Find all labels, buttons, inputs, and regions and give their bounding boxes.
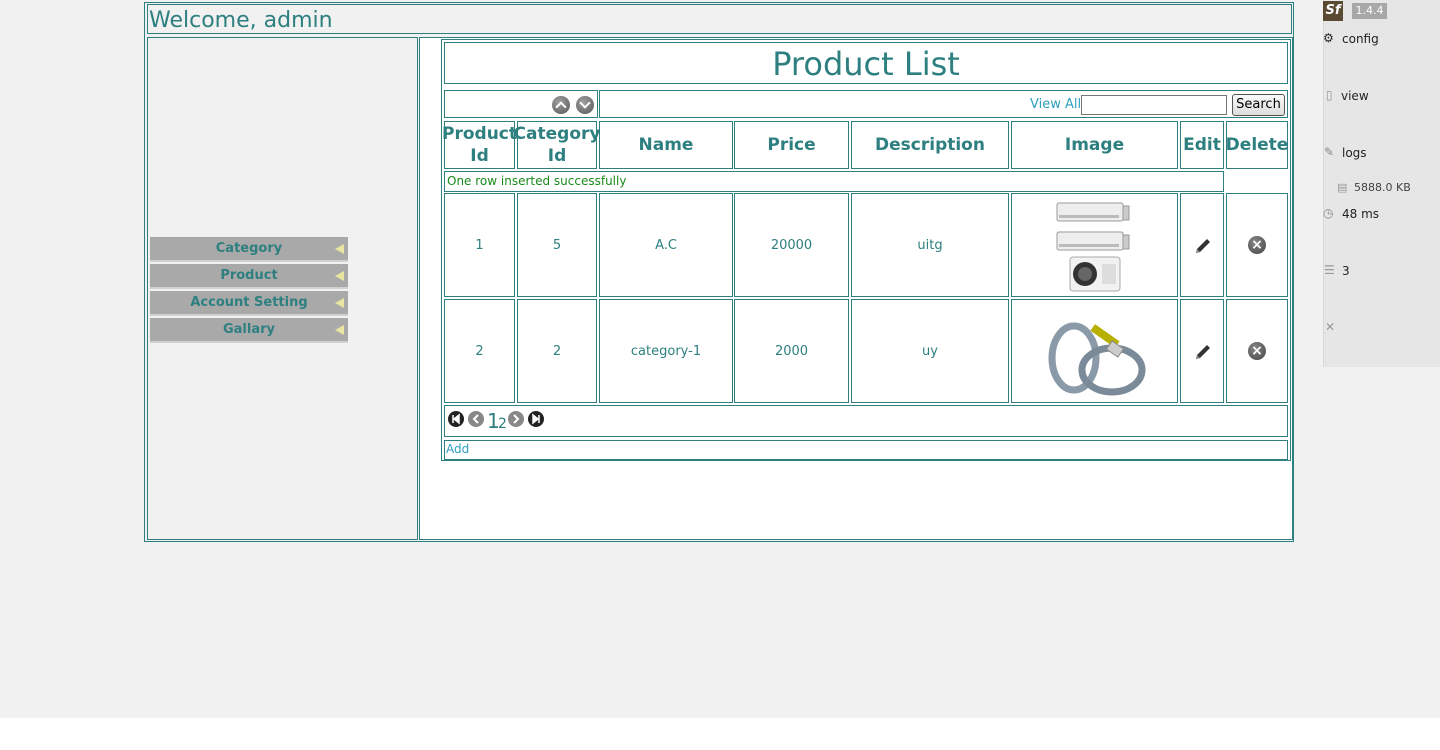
table-cell-name: A.C [599,193,733,297]
sidebar-item-label: Gallary [222,322,275,337]
table-cell-price: 20000 [734,193,849,297]
column-header-product-id: Product Id [442,121,517,169]
first-page-icon[interactable] [448,411,464,427]
symfony-logo-icon[interactable]: Sf [1323,1,1343,21]
table-cell-description: uy [851,299,1009,403]
sidebar-item-label: Category [215,241,283,256]
delete-icon[interactable]: × [1248,236,1266,254]
cell-value: category-1 [630,343,702,359]
column-header-edit: Edit [1180,121,1224,169]
delete-icon[interactable]: × [1248,342,1266,360]
welcome-bar: Welcome, admin [147,4,1292,34]
cell-value: uitg [917,237,943,253]
cell-value: 5 [552,237,562,253]
column-header-description: Description [851,121,1009,169]
sidebar-item-account-setting[interactable]: Account Setting [150,291,348,316]
column-header-label: Delete [1225,135,1289,155]
page-link-2[interactable]: 2 [498,416,507,432]
prev-page-icon[interactable] [468,411,484,427]
clock-icon: ◷ [1323,206,1334,220]
cell-value: 2 [552,343,562,359]
sort-down-icon[interactable] [576,96,594,114]
table-cell-price: 2000 [734,299,849,403]
arrow-left-icon [335,325,344,335]
column-header-name: Name [599,121,733,169]
sidebar-item-label: Account Setting [190,295,308,310]
view-all-link[interactable]: View All [1030,97,1081,112]
sort-controls [444,90,598,118]
add-link[interactable]: Add [446,442,469,456]
cell-value: 1 [475,237,484,253]
page-title-text: Product List [772,45,960,83]
column-header-label: Category Id [513,124,601,166]
db-queries-link[interactable]: 3 [1342,264,1350,278]
column-header-label: Image [1064,135,1125,155]
last-page-icon[interactable] [528,411,544,427]
column-header-category-id: Category Id [514,121,600,169]
pager [444,405,1288,437]
column-header-delete: Delete [1226,121,1288,169]
pencil-icon[interactable] [1193,236,1213,256]
column-header-label: Product Id [442,124,517,166]
cell-value: uy [922,343,938,359]
memory-icon: ▤ [1337,181,1348,194]
sidebar-item-label: Product [220,268,278,283]
search-button[interactable]: Search [1232,94,1285,116]
add-row [444,440,1288,460]
cell-value: 2000 [774,343,809,359]
arrow-left-icon [335,298,344,308]
page-title: Product List [444,42,1288,84]
cable-image [1048,322,1146,396]
column-header-label: Edit [1183,135,1221,155]
column-header-label: Description [875,135,985,155]
air-conditioner-image [1056,202,1130,292]
close-icon[interactable]: ✕ [1325,320,1335,334]
cell-value: 20000 [770,237,813,253]
table-cell-name: category-1 [599,299,733,403]
next-page-icon[interactable] [508,411,524,427]
success-message: One row inserted successfully [444,171,1224,192]
search-input[interactable] [1081,95,1227,115]
cell-value: A.C [655,237,677,253]
version-badge: 1.4.4 [1352,3,1387,19]
view-link[interactable]: view [1341,89,1369,103]
column-header-label: Name [638,135,694,155]
column-header-price: Price [734,121,849,169]
table-cell-category-id: 2 [517,299,597,403]
arrow-left-icon [335,271,344,281]
sidebar-item-category[interactable]: Category [150,237,348,262]
table-cell-product-id: 1 [444,193,515,297]
sidebar-item-gallary[interactable]: Gallary [150,318,348,343]
table-cell-edit [1180,193,1224,297]
cell-value: 2 [475,343,484,359]
table-cell-delete: × [1226,299,1288,403]
column-header-image: Image [1011,121,1178,169]
memory-usage: 5888.0 KB [1354,181,1411,194]
logs-link[interactable]: logs [1342,146,1367,160]
table-cell-image [1011,299,1178,403]
config-link[interactable]: config [1342,32,1379,46]
welcome-text: Welcome, admin [149,8,333,33]
table-cell-delete: × [1226,193,1288,297]
arrow-left-icon [335,244,344,254]
table-cell-image [1011,193,1178,297]
database-icon: ☰ [1324,263,1335,277]
table-cell-category-id: 5 [517,193,597,297]
time-link[interactable]: 48 ms [1342,207,1379,221]
sidebar-item-product[interactable]: Product [150,264,348,289]
gear-icon: ⚙ [1323,31,1334,45]
column-header-label: Price [767,135,816,155]
pencil-icon[interactable] [1193,342,1213,362]
document-icon: ▯ [1326,88,1333,102]
sort-up-icon[interactable] [552,96,570,114]
pencil-icon: ✎ [1324,145,1335,159]
table-cell-description: uitg [851,193,1009,297]
table-cell-product-id: 2 [444,299,515,403]
table-cell-edit [1180,299,1224,403]
